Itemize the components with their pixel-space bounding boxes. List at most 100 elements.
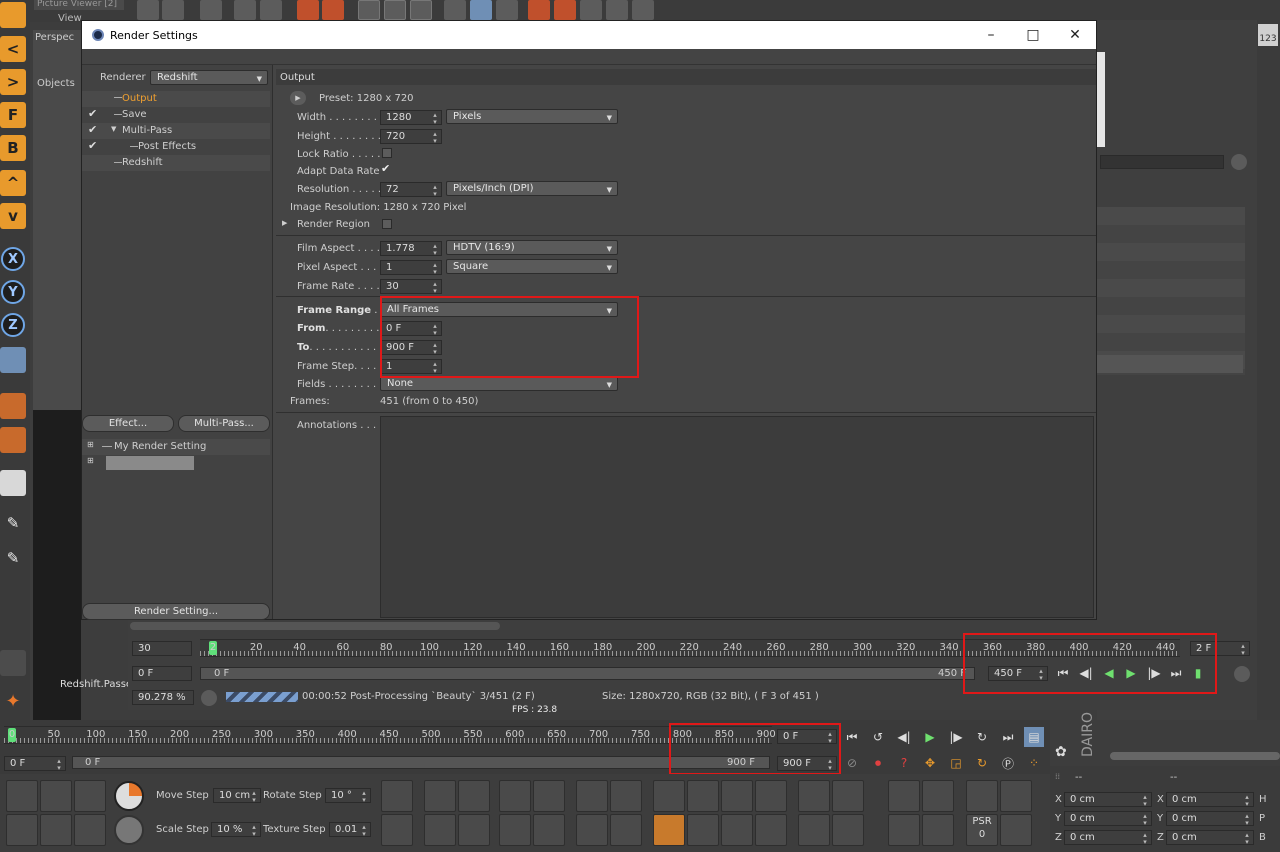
axis-tool-icon[interactable] [424, 814, 456, 846]
expand-icon[interactable]: ⊞ [87, 440, 94, 449]
recycle-icon[interactable] [1000, 814, 1032, 846]
sphere-icon[interactable] [114, 815, 144, 845]
pv-frame-field[interactable]: 0 F [132, 666, 192, 681]
main-frame-ruler[interactable]: 0 50 100 150 200 250 300 350 400 450 500 550 600 650 7… [4, 726, 776, 744]
search-field[interactable] [1100, 155, 1224, 169]
front-view-icon[interactable]: F [0, 102, 26, 128]
multipass-button[interactable]: Multi-Pass... [178, 415, 270, 432]
help-icon[interactable]: ? [894, 753, 914, 773]
move-key-icon[interactable]: ✥ [920, 753, 940, 773]
toolbar-icon[interactable] [137, 0, 159, 20]
coord-z2-field[interactable]: 0 cm [1166, 830, 1254, 845]
frame-rate-field[interactable]: 30 [380, 279, 442, 294]
render-region-arrow-icon[interactable]: ▶ [282, 219, 287, 227]
toolbar-icon[interactable] [632, 0, 654, 20]
coordinate-system-icon[interactable] [0, 347, 26, 373]
texture-step-field[interactable]: 0.01 [329, 822, 371, 837]
render-setting-button[interactable]: Render Setting... [82, 603, 270, 620]
coord-z-field[interactable]: 0 cm [1064, 830, 1152, 845]
z-axis-icon[interactable]: Z [1, 313, 25, 337]
chevron-down-icon[interactable]: v [0, 203, 26, 229]
renderer-dropdown[interactable]: Redshift [150, 70, 268, 85]
coord-x2-field[interactable]: 0 cm [1166, 792, 1254, 807]
snap-grid-icon[interactable] [499, 780, 531, 812]
expand-icon[interactable]: ⊞ [87, 456, 94, 465]
toolbar-icon[interactable] [200, 0, 222, 20]
pv-range-slider[interactable]: 0 F 450 F [200, 667, 975, 680]
width-unit-dropdown[interactable]: Pixels [446, 109, 618, 124]
tree-row-redshift[interactable]: Redshift [82, 155, 270, 171]
close-button[interactable]: ✕ [1054, 21, 1096, 49]
film-aspect-dropdown[interactable]: HDTV (16:9) [446, 240, 618, 255]
deformer-icon[interactable] [576, 814, 608, 846]
toolbar-icon[interactable] [297, 0, 319, 20]
primitive-icon[interactable] [755, 814, 787, 846]
check-icon[interactable]: ✔ [88, 123, 97, 136]
film-aspect-field[interactable]: 1.778 [380, 241, 442, 256]
next-key-icon[interactable]: ↻ [972, 727, 992, 747]
coord-x-field[interactable]: 0 cm [1064, 792, 1152, 807]
zoom-play-icon[interactable] [201, 690, 217, 706]
toolbar-icon[interactable] [606, 0, 628, 20]
toolbar-icon[interactable] [496, 0, 518, 20]
pixel-aspect-dropdown[interactable]: Square [446, 259, 618, 274]
toolbar-icon[interactable] [528, 0, 550, 20]
goto-end-icon[interactable]: ⏭ [998, 727, 1018, 747]
setting-row-new[interactable]: ⊞ [82, 455, 270, 471]
primitive-icon[interactable] [755, 780, 787, 812]
chevron-left-icon[interactable]: < [0, 36, 26, 62]
move-step-field[interactable]: 10 cm [213, 788, 261, 803]
rotate-key-icon[interactable]: ↻ [972, 753, 992, 773]
pv-scrollbar[interactable] [130, 622, 500, 630]
snap-icon[interactable] [6, 814, 38, 846]
tree-row-multipass[interactable]: ✔ ▼ Multi-Pass [82, 123, 270, 139]
preset-play-icon[interactable]: ▶ [290, 91, 306, 105]
tree-row-save[interactable]: ✔ Save [82, 107, 270, 123]
scale-key-icon[interactable]: ◲ [946, 753, 966, 773]
snap-icon[interactable] [74, 814, 106, 846]
step-back-icon[interactable]: ◀| [894, 727, 914, 747]
primitive-icon[interactable] [687, 814, 719, 846]
tree-row-output[interactable]: Output [82, 91, 270, 107]
render-settings-icon[interactable] [0, 470, 26, 496]
rotate-step-field[interactable]: 10 ° [325, 788, 371, 803]
lock-ratio-checkbox[interactable] [382, 148, 392, 158]
adapt-data-rate-checkbox[interactable]: ✔ [381, 162, 390, 175]
transfer-icon[interactable] [1000, 780, 1032, 812]
toolbar-icon[interactable] [162, 0, 184, 20]
zoom-field[interactable]: 90.278 % [132, 690, 194, 705]
film-icon[interactable]: ▤ [1024, 727, 1044, 747]
expand-arrow-icon[interactable]: ▼ [111, 125, 116, 133]
modeling-tool-icon[interactable] [458, 814, 490, 846]
param-key-icon[interactable]: Ⓟ [998, 753, 1018, 773]
main-range-slider[interactable]: 0 F 900 F [72, 756, 770, 769]
render-picture-viewer-icon[interactable] [0, 427, 26, 453]
spline-icon[interactable] [798, 780, 830, 812]
toolbar-icon[interactable] [358, 0, 380, 20]
primitive-icon[interactable] [653, 780, 685, 812]
pv-options-icon[interactable] [1234, 666, 1250, 682]
paint-icon[interactable] [653, 814, 685, 846]
deformer-icon[interactable] [576, 780, 608, 812]
picture-viewer-tab[interactable]: Picture Viewer [2] [34, 0, 124, 10]
brush-tool-icon[interactable] [922, 780, 954, 812]
check-icon[interactable]: ✔ [88, 107, 97, 120]
snap-grid-icon[interactable] [533, 780, 565, 812]
toolbar-icon[interactable] [470, 0, 492, 20]
figure-icon[interactable]: ✦ [0, 688, 26, 714]
check-icon[interactable]: ✔ [88, 139, 97, 152]
play-icon[interactable] [1231, 154, 1247, 170]
toolbar-icon[interactable] [234, 0, 256, 20]
toolbar-icon[interactable] [444, 0, 466, 20]
pie-icon[interactable] [114, 781, 144, 811]
toolbar-icon[interactable] [260, 0, 282, 20]
layer-icon[interactable] [0, 650, 26, 676]
primitive-icon[interactable] [721, 780, 753, 812]
setting-row[interactable]: ⊞ My Render Setting [82, 439, 270, 455]
chevron-right-icon[interactable]: > [0, 69, 26, 95]
spline-icon[interactable] [798, 814, 830, 846]
brush-tool-icon[interactable] [888, 780, 920, 812]
pen-icon[interactable]: ✎ [0, 510, 26, 536]
height-field[interactable]: 720 [380, 129, 442, 144]
y-axis-icon[interactable]: Y [1, 280, 25, 304]
